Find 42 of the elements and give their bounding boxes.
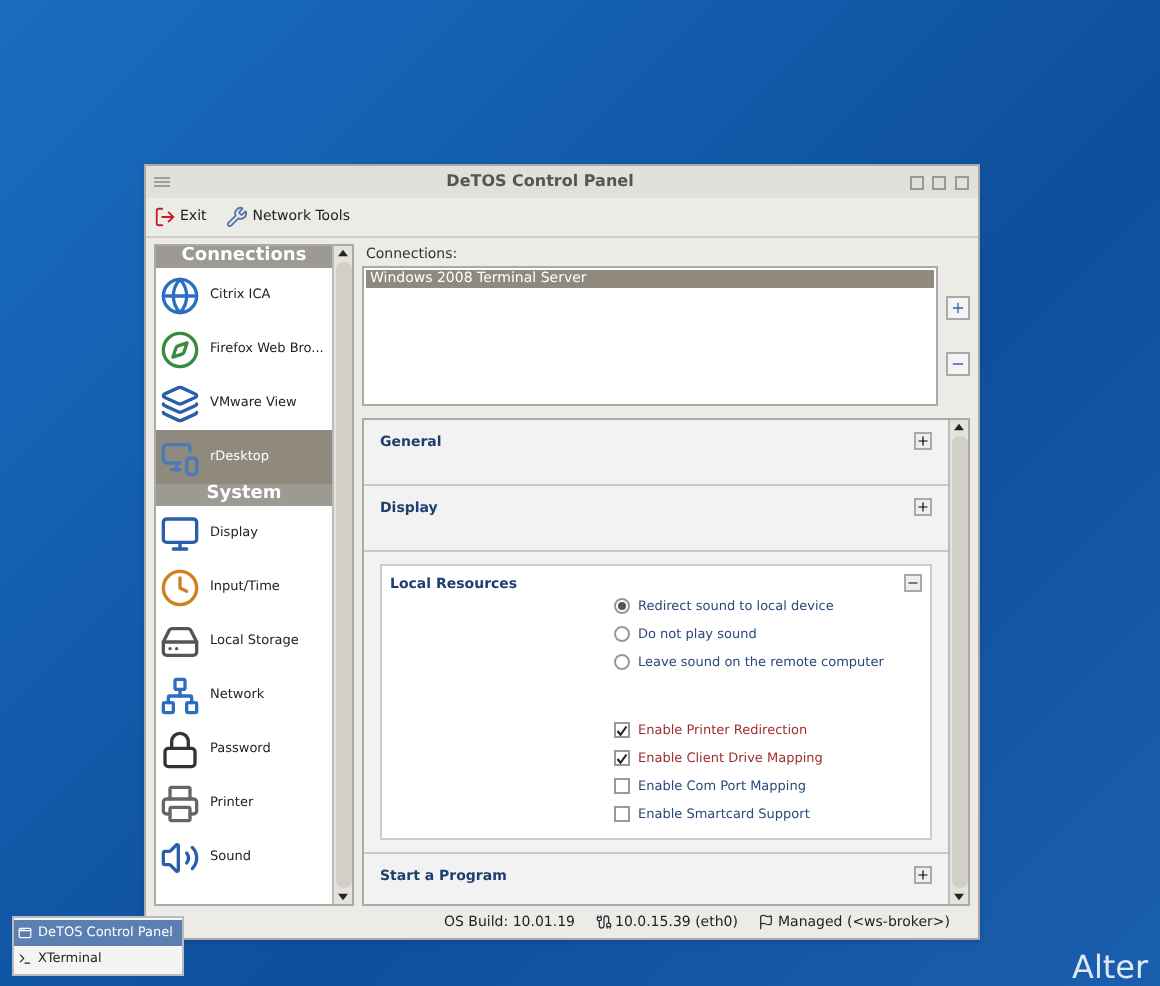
checkbox[interactable] — [614, 778, 630, 794]
radio-button[interactable] — [614, 654, 630, 670]
checkbox[interactable] — [614, 750, 630, 766]
scroll-down-icon[interactable] — [954, 892, 964, 902]
plus-icon — [950, 299, 966, 315]
settings-scrollbar[interactable] — [948, 419, 968, 904]
scroll-up-icon[interactable] — [954, 421, 964, 431]
sidebar-heading: Connections — [156, 246, 332, 268]
monitor-icon — [160, 513, 200, 553]
lock-icon — [160, 729, 200, 769]
flag-icon — [757, 914, 774, 930]
scroll-up-icon[interactable] — [338, 248, 348, 258]
window-icon — [18, 926, 32, 940]
plus-icon — [916, 433, 930, 447]
add-button[interactable] — [946, 295, 970, 319]
checkbox[interactable] — [614, 806, 630, 822]
checkbox[interactable] — [614, 722, 630, 738]
window-title: DeTOS Control Panel — [446, 170, 634, 194]
expand-button[interactable] — [914, 431, 932, 449]
wrench-icon — [226, 206, 249, 228]
terminal-icon — [18, 952, 32, 966]
remove-button[interactable] — [946, 351, 970, 375]
expand-button[interactable] — [914, 866, 932, 884]
expand-button[interactable] — [914, 497, 932, 515]
compass-icon — [160, 329, 200, 369]
layers-icon — [160, 383, 200, 423]
sidebar-scrollbar[interactable] — [332, 246, 352, 904]
plus-icon — [916, 499, 930, 513]
sidebar-heading: System — [156, 484, 332, 506]
speaker-icon — [160, 837, 200, 877]
hard-drive-icon — [160, 621, 200, 661]
printer-icon — [160, 783, 200, 823]
radio-button[interactable] — [614, 626, 630, 642]
wallpaper-text: Alter — [1072, 946, 1149, 986]
exit-icon — [154, 206, 176, 228]
scroll-down-icon[interactable] — [338, 892, 348, 902]
plus-icon — [916, 868, 930, 882]
radio-button[interactable] — [614, 598, 630, 614]
globe-icon — [160, 275, 200, 315]
monitor-icon — [160, 437, 200, 477]
collapse-button[interactable] — [904, 573, 922, 591]
clock-icon — [160, 567, 200, 607]
